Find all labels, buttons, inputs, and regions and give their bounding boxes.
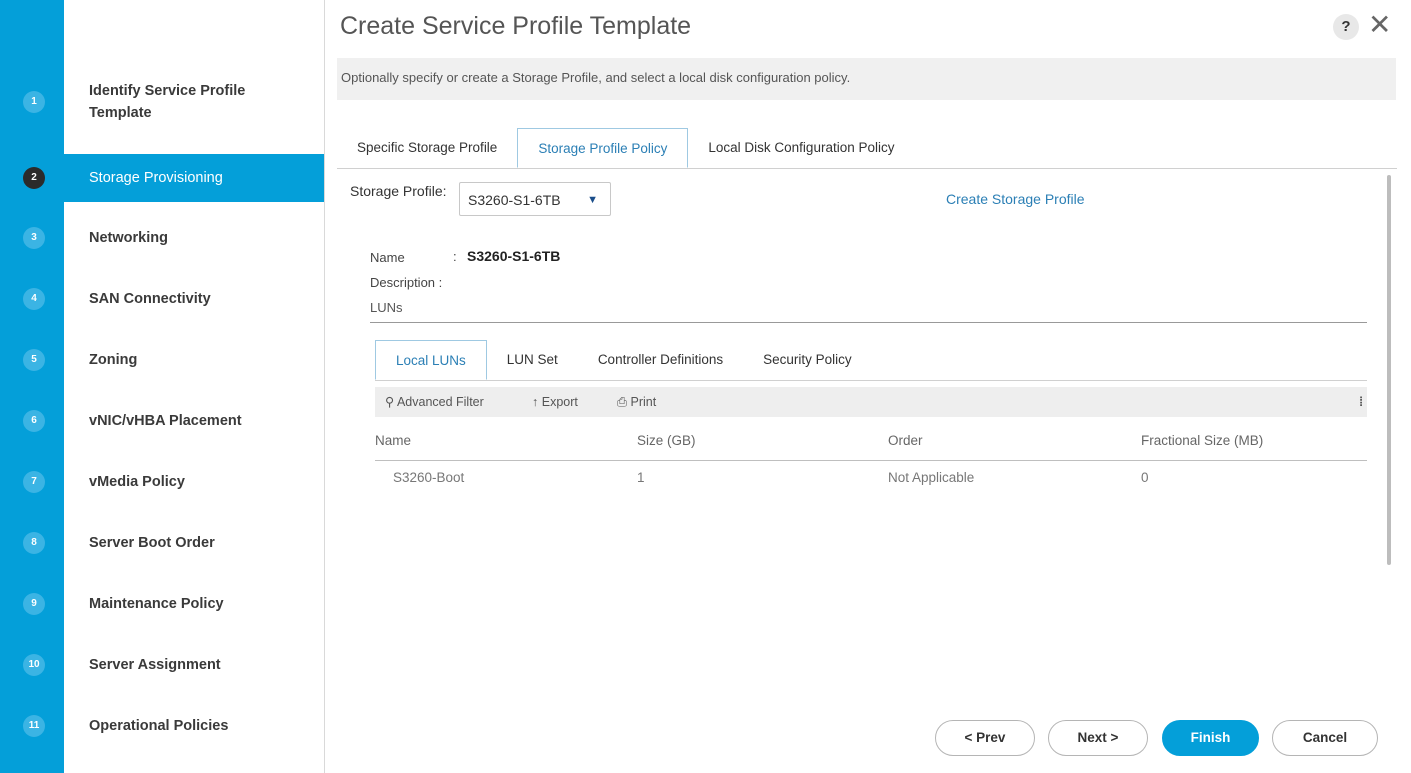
filter-icon: ⚲ xyxy=(385,395,395,409)
step-label: Identify Service Profile Template xyxy=(89,83,246,121)
column-settings-icon[interactable]: ⁞ xyxy=(1359,387,1363,417)
page-title: Create Service Profile Template xyxy=(340,12,692,40)
print-label: Print xyxy=(630,395,657,409)
column-header-fractional-size[interactable]: Fractional Size (MB) xyxy=(1141,422,1263,460)
step-vmedia-policy[interactable]: 7 vMedia Policy xyxy=(0,458,324,506)
step-number: 5 xyxy=(23,349,45,371)
tab-controller-definitions[interactable]: Controller Definitions xyxy=(578,340,743,380)
column-header-order[interactable]: Order xyxy=(888,422,923,460)
step-number: 6 xyxy=(23,410,45,432)
step-number: 1 xyxy=(23,91,45,113)
name-label: Name xyxy=(370,250,405,265)
step-number: 11 xyxy=(23,715,45,737)
tab-specific-storage-profile[interactable]: Specific Storage Profile xyxy=(337,128,517,168)
step-number: 2 xyxy=(23,167,45,189)
print-button[interactable]: ⎙ Print xyxy=(617,387,656,417)
cell-fractional-size: 0 xyxy=(1141,470,1149,485)
name-value: S3260-S1-6TB xyxy=(467,248,561,264)
step-vnic-vhba-placement[interactable]: 6 vNIC/vHBA Placement xyxy=(0,397,324,445)
lun-tabs: Local LUNs LUN Set Controller Definition… xyxy=(375,340,1367,381)
column-header-size[interactable]: Size (GB) xyxy=(637,422,696,460)
step-label: vMedia Policy xyxy=(89,474,185,490)
name-separator: : xyxy=(453,249,457,264)
prev-button[interactable]: < Prev xyxy=(935,720,1035,756)
step-networking[interactable]: 3 Networking xyxy=(0,214,324,262)
step-server-boot-order[interactable]: 8 Server Boot Order xyxy=(0,519,324,567)
arrow-up-icon: ↑ xyxy=(532,395,539,409)
step-zoning[interactable]: 5 Zoning xyxy=(0,336,324,384)
storage-profile-select[interactable]: S3260-S1-6TB ▼ xyxy=(459,182,611,216)
wizard-content: Create Service Profile Template ? ✕ Opti… xyxy=(337,0,1411,773)
step-san-connectivity[interactable]: 4 SAN Connectivity xyxy=(0,275,324,323)
step-label: vNIC/vHBA Placement xyxy=(89,413,242,429)
step-number: 10 xyxy=(23,654,45,676)
step-label: SAN Connectivity xyxy=(89,291,211,307)
next-button[interactable]: Next > xyxy=(1048,720,1148,756)
table-header: Name Size (GB) Order Fractional Size (MB… xyxy=(375,422,1367,461)
step-number: 3 xyxy=(23,227,45,249)
step-maintenance-policy[interactable]: 9 Maintenance Policy xyxy=(0,580,324,628)
step-label: Zoning xyxy=(89,352,138,368)
cell-size: 1 xyxy=(637,470,645,485)
table-row[interactable]: S3260-Boot 1 Not Applicable 0 xyxy=(375,460,1367,496)
step-label: Maintenance Policy xyxy=(89,596,224,612)
chevron-down-icon: ▼ xyxy=(587,194,598,206)
section-divider xyxy=(370,322,1367,323)
tab-local-luns[interactable]: Local LUNs xyxy=(375,340,487,380)
step-identify-template[interactable]: 1 Identify Service Profile Template xyxy=(0,73,324,131)
help-icon[interactable]: ? xyxy=(1333,14,1359,40)
column-header-name[interactable]: Name xyxy=(375,422,411,460)
cell-name: S3260-Boot xyxy=(393,470,465,485)
step-operational-policies[interactable]: 11 Operational Policies xyxy=(0,702,324,750)
cell-order: Not Applicable xyxy=(888,470,975,485)
storage-profile-label: Storage Profile: xyxy=(350,183,447,199)
cancel-button[interactable]: Cancel xyxy=(1272,720,1378,756)
wizard-sidebar: 1 Identify Service Profile Template 2 St… xyxy=(0,0,325,773)
advanced-filter-label: Advanced Filter xyxy=(396,395,484,409)
tab-local-disk-configuration-policy[interactable]: Local Disk Configuration Policy xyxy=(688,128,914,168)
create-storage-profile-link[interactable]: Create Storage Profile xyxy=(946,191,1085,207)
step-number: 9 xyxy=(23,593,45,615)
export-label: Export xyxy=(541,395,578,409)
export-button[interactable]: ↑ Export xyxy=(532,387,578,417)
tab-storage-profile-policy[interactable]: Storage Profile Policy xyxy=(517,128,689,168)
advanced-filter-button[interactable]: ⚲ Advanced Filter xyxy=(385,387,484,417)
storage-profile-value: S3260-S1-6TB xyxy=(468,192,561,208)
step-number: 8 xyxy=(23,532,45,554)
step-description: Optionally specify or create a Storage P… xyxy=(337,58,1396,100)
step-label: Networking xyxy=(89,230,168,246)
step-label: Operational Policies xyxy=(89,718,229,734)
storage-tabs: Specific Storage Profile Storage Profile… xyxy=(337,128,1397,169)
step-number: 7 xyxy=(23,471,45,493)
step-label: Server Boot Order xyxy=(89,535,215,551)
step-storage-provisioning[interactable]: 2 Storage Provisioning xyxy=(0,154,324,202)
scrollbar[interactable] xyxy=(1387,175,1391,565)
close-icon[interactable]: ✕ xyxy=(1368,10,1391,40)
printer-icon: ⎙ xyxy=(617,395,628,409)
finish-button[interactable]: Finish xyxy=(1162,720,1259,756)
step-server-assignment[interactable]: 10 Server Assignment xyxy=(0,641,324,689)
luns-section-title: LUNs xyxy=(370,300,403,315)
tab-security-policy[interactable]: Security Policy xyxy=(743,340,872,380)
step-label: Server Assignment xyxy=(89,657,221,673)
step-label: Storage Provisioning xyxy=(89,170,223,186)
table-toolbar: ⚲ Advanced Filter ↑ Export ⎙ Print ⁞ xyxy=(375,387,1367,417)
step-number: 4 xyxy=(23,288,45,310)
description-label: Description : xyxy=(370,275,443,290)
tab-lun-set[interactable]: LUN Set xyxy=(487,340,578,380)
